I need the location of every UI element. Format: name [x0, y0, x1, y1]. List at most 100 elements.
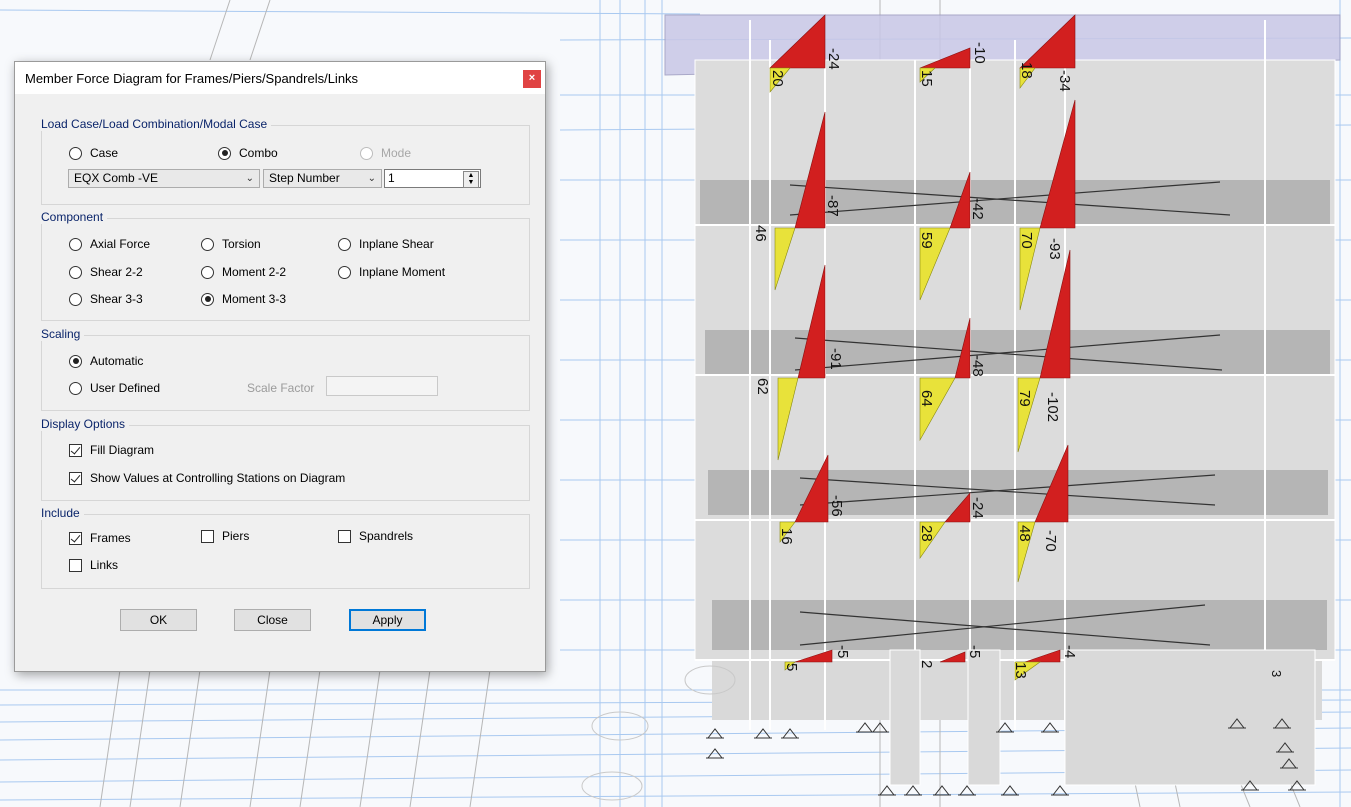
checkbox-indicator[interactable] [69, 558, 82, 572]
diagram-value: 64 [918, 390, 935, 407]
checkbox-indicator[interactable] [338, 529, 351, 543]
radio-label: Inplane Moment [359, 265, 446, 279]
radio-moment-3-3[interactable]: Moment 3-3 [201, 292, 286, 306]
checkbox-indicator[interactable] [201, 529, 214, 543]
diagram-value: 3 [1269, 670, 1284, 677]
radio-label: Torsion [222, 237, 261, 251]
frames-checkbox[interactable]: Frames [69, 531, 131, 545]
step-number-input[interactable]: 1 ▲ ▼ [384, 169, 481, 188]
display-options-group-label: Display Options [41, 417, 130, 431]
include-group: Include [41, 506, 530, 589]
radio-indicator[interactable] [201, 237, 214, 251]
checkbox-label: Links [90, 558, 119, 572]
chevron-down-icon: ⌄ [245, 173, 254, 184]
radio-indicator[interactable] [69, 237, 82, 251]
radio-shear-3-3[interactable]: Shear 3-3 [69, 292, 143, 306]
step-number-value: 1 [388, 171, 395, 185]
spinner-icon[interactable]: ▲ ▼ [463, 171, 479, 188]
diagram-value: 2 [918, 660, 935, 668]
scale-factor-input[interactable] [326, 376, 438, 396]
checkbox-label: Piers [222, 529, 250, 543]
diagram-value: -48 [969, 355, 986, 377]
radio-indicator[interactable] [201, 292, 214, 306]
diagram-value: 28 [918, 525, 935, 542]
piers-checkbox[interactable]: Piers [201, 529, 249, 543]
radio-torsion[interactable]: Torsion [201, 237, 261, 251]
radio-inplane-moment[interactable]: Inplane Moment [338, 265, 445, 279]
checkbox-indicator[interactable] [69, 531, 82, 545]
diagram-value: 18 [1018, 62, 1035, 79]
radio-shear-2-2[interactable]: Shear 2-2 [69, 265, 143, 279]
checkbox-label: Spandrels [359, 529, 414, 543]
radio-mode-indicator[interactable] [360, 146, 373, 160]
diagram-value: 59 [918, 232, 935, 249]
radio-automatic[interactable]: Automatic [69, 354, 143, 368]
radio-indicator[interactable] [69, 381, 82, 395]
radio-label: Shear 3-3 [90, 292, 143, 306]
radio-label: User Defined [90, 381, 161, 395]
checkbox-label: Fill Diagram [90, 443, 155, 457]
ok-button[interactable]: OK [120, 609, 197, 631]
radio-case-indicator[interactable] [69, 146, 82, 160]
close-icon[interactable]: × [523, 70, 541, 88]
radio-moment-2-2[interactable]: Moment 2-2 [201, 265, 286, 279]
diagram-value: -24 [969, 497, 986, 519]
diagram-value: -87 [824, 195, 841, 217]
diagram-value: 46 [752, 225, 769, 242]
radio-indicator[interactable] [201, 265, 214, 279]
radio-indicator[interactable] [338, 237, 351, 251]
diagram-value: 13 [1012, 662, 1029, 679]
diagram-value: -93 [1046, 238, 1063, 260]
include-group-label: Include [41, 506, 84, 520]
radio-label: Shear 2-2 [90, 265, 143, 279]
scale-factor-label: Scale Factor [247, 381, 315, 395]
links-checkbox[interactable]: Links [69, 558, 118, 572]
diagram-value: -24 [825, 48, 842, 70]
scaling-group-label: Scaling [41, 327, 85, 341]
diagram-value: -34 [1056, 70, 1073, 92]
diagram-value: -5 [966, 645, 983, 658]
radio-combo[interactable]: Combo [218, 146, 278, 160]
radio-user-defined[interactable]: User Defined [69, 381, 160, 395]
diagram-value: -42 [969, 198, 986, 220]
radio-mode-label: Mode [381, 146, 412, 160]
diagram-value: -91 [827, 348, 844, 370]
checkbox-indicator[interactable] [69, 471, 82, 485]
radio-indicator[interactable] [69, 265, 82, 279]
dialog-title-bar[interactable]: Member Force Diagram for Frames/Piers/Sp… [15, 62, 545, 94]
diagram-value: 70 [1018, 232, 1035, 249]
radio-case[interactable]: Case [69, 146, 118, 160]
radio-label: Axial Force [90, 237, 151, 251]
checkbox-label: Show Values at Controlling Stations on D… [90, 471, 346, 485]
radio-combo-label: Combo [239, 146, 278, 160]
diagram-value: -70 [1042, 530, 1059, 552]
radio-combo-indicator[interactable] [218, 146, 231, 160]
apply-button[interactable]: Apply [349, 609, 426, 631]
step-type-select[interactable]: Step Number ⌄ [263, 169, 382, 188]
step-type-value: Step Number [269, 171, 340, 185]
close-button[interactable]: Close [234, 609, 311, 631]
diagram-value: -56 [828, 495, 845, 517]
radio-indicator[interactable] [69, 354, 82, 368]
combo-select-value: EQX Comb -VE [74, 171, 159, 185]
diagram-value: 48 [1016, 525, 1033, 542]
member-force-dialog: Member Force Diagram for Frames/Piers/Sp… [14, 61, 546, 672]
radio-axial-force[interactable]: Axial Force [69, 237, 150, 251]
radio-indicator[interactable] [69, 292, 82, 306]
load-case-group-label: Load Case/Load Combination/Modal Case [41, 117, 272, 131]
scaling-group: Scaling [41, 327, 530, 411]
combo-select[interactable]: EQX Comb -VE ⌄ [68, 169, 260, 188]
diagram-value: -4 [1061, 645, 1078, 658]
radio-mode[interactable]: Mode [360, 146, 411, 160]
diagram-value: 20 [769, 70, 786, 87]
show-values-checkbox[interactable]: Show Values at Controlling Stations on D… [69, 471, 345, 485]
diagram-value: 16 [778, 528, 795, 545]
spandrels-checkbox[interactable]: Spandrels [338, 529, 413, 543]
radio-indicator[interactable] [338, 265, 351, 279]
checkbox-indicator[interactable] [69, 443, 82, 457]
component-group-label: Component [41, 210, 108, 224]
diagram-value: 15 [918, 70, 935, 87]
fill-diagram-checkbox[interactable]: Fill Diagram [69, 443, 154, 457]
radio-inplane-shear[interactable]: Inplane Shear [338, 237, 434, 251]
diagram-value: -10 [971, 42, 988, 64]
